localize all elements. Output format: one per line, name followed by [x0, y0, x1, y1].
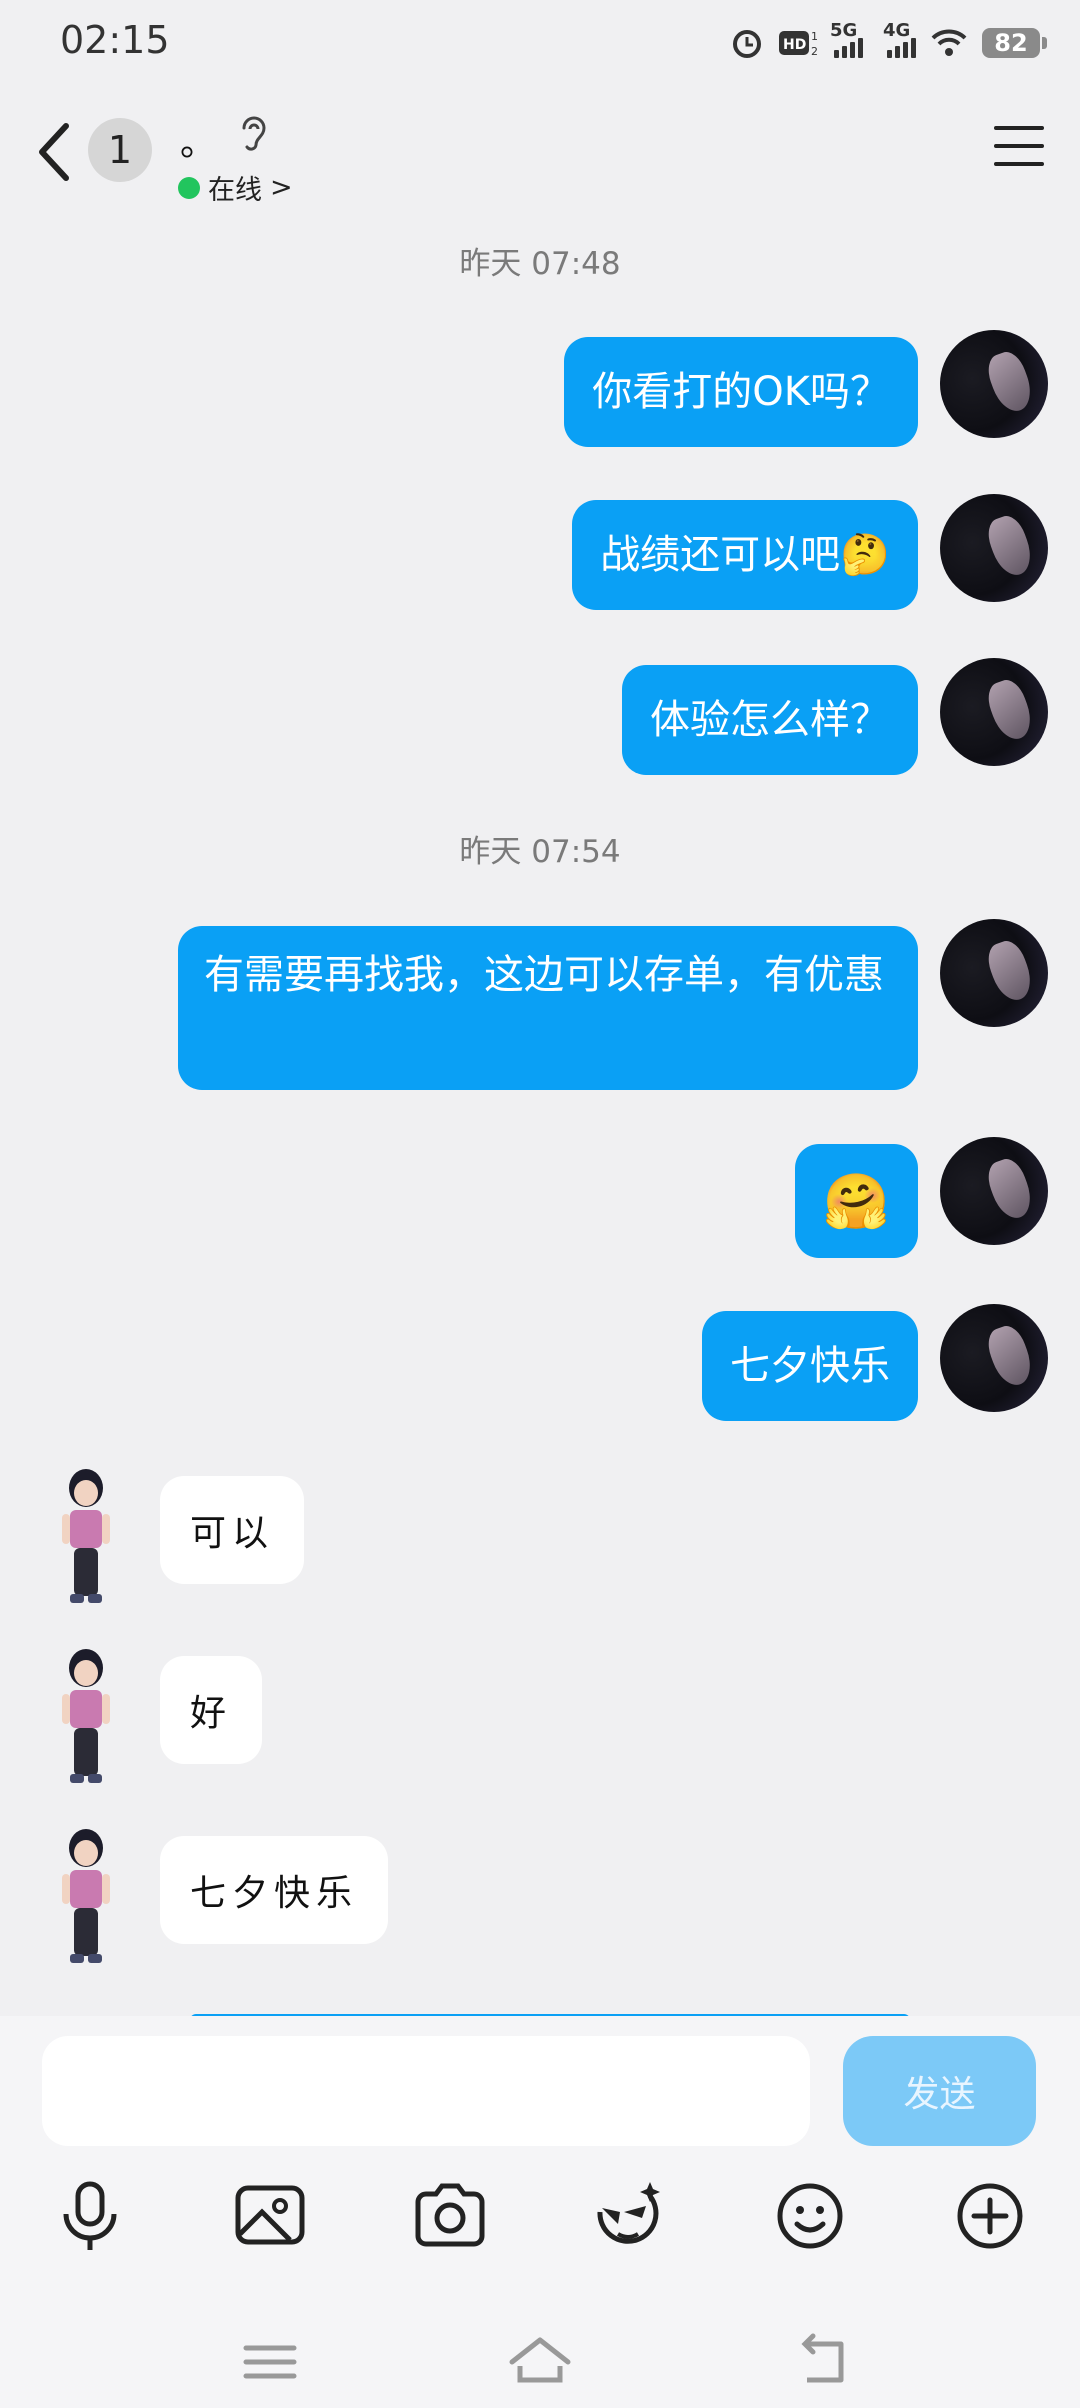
- camera-icon[interactable]: [410, 2176, 490, 2256]
- contact-name[interactable]: 。: [180, 114, 216, 166]
- sticker-icon[interactable]: [588, 2176, 668, 2256]
- back-icon[interactable]: [785, 2326, 865, 2396]
- battery-indicator: 82: [982, 28, 1047, 58]
- menu-icon[interactable]: [230, 2326, 310, 2396]
- svg-text:HD: HD: [783, 37, 806, 53]
- svg-text:2: 2: [811, 45, 818, 58]
- menu-icon[interactable]: [994, 126, 1044, 166]
- my-avatar[interactable]: [940, 919, 1048, 1027]
- message-bubble-out[interactable]: 战绩还可以吧🤔: [572, 500, 918, 610]
- message-bubble-out[interactable]: 你看打的OK吗？: [564, 337, 918, 447]
- back-arrow-icon[interactable]: [28, 112, 88, 192]
- contact-avatar[interactable]: [52, 1646, 120, 1786]
- composer-area: 发送: [0, 2016, 1080, 2408]
- hd-icon: HD 1 2: [779, 30, 818, 58]
- message-bubble-out[interactable]: 七夕快乐: [702, 1311, 918, 1421]
- message-bubble-in[interactable]: 好: [160, 1656, 263, 1764]
- timestamp: 昨天 07:54: [459, 834, 621, 870]
- signal-5g-icon: 5G: [830, 20, 863, 58]
- my-avatar[interactable]: [940, 658, 1048, 766]
- message-bubble-out[interactable]: 🤗: [794, 1144, 918, 1258]
- message-input[interactable]: [42, 2036, 810, 2146]
- online-dot-icon: [178, 176, 200, 199]
- contact-avatar[interactable]: [52, 1466, 120, 1606]
- message-bubble-in[interactable]: 可以: [160, 1476, 305, 1584]
- signal-4g-icon: 4G: [883, 20, 916, 58]
- timestamp: 昨天 07:48: [459, 246, 621, 282]
- wifi-icon: [931, 29, 967, 56]
- home-icon[interactable]: [500, 2326, 580, 2396]
- contact-avatar[interactable]: 1: [88, 118, 152, 182]
- online-status[interactable]: 在线 >: [178, 168, 293, 207]
- message-bubble-out[interactable]: 体验怎么样？: [622, 665, 918, 775]
- my-avatar[interactable]: [940, 330, 1048, 438]
- status-time: 02:15: [60, 18, 170, 62]
- image-icon[interactable]: [230, 2176, 310, 2256]
- ear-icon[interactable]: [236, 114, 270, 154]
- message-bubble-out[interactable]: 有需要再找我，这边可以存单，有优惠: [178, 926, 918, 1090]
- my-avatar[interactable]: [940, 494, 1048, 602]
- my-avatar[interactable]: [940, 1137, 1048, 1245]
- send-button[interactable]: 发送: [843, 2036, 1036, 2146]
- plus-icon[interactable]: [950, 2176, 1030, 2256]
- message-bubble-in[interactable]: 七夕快乐: [160, 1836, 389, 1944]
- status-bar: 02:15 HD 1 2 5G 4G 82: [0, 0, 1080, 84]
- alarm-icon: [733, 30, 761, 58]
- svg-text:1: 1: [811, 30, 818, 43]
- system-icons: HD 1 2 5G 4G 82: [730, 20, 1047, 66]
- my-avatar[interactable]: [940, 1304, 1048, 1412]
- online-status-label: 在线: [208, 175, 262, 206]
- chevron-right-icon: >: [270, 172, 293, 203]
- chat-header: 1 。 在线 >: [0, 84, 1080, 220]
- emoji-icon[interactable]: [770, 2176, 850, 2256]
- contact-avatar[interactable]: [52, 1826, 120, 1966]
- microphone-icon[interactable]: [50, 2176, 130, 2256]
